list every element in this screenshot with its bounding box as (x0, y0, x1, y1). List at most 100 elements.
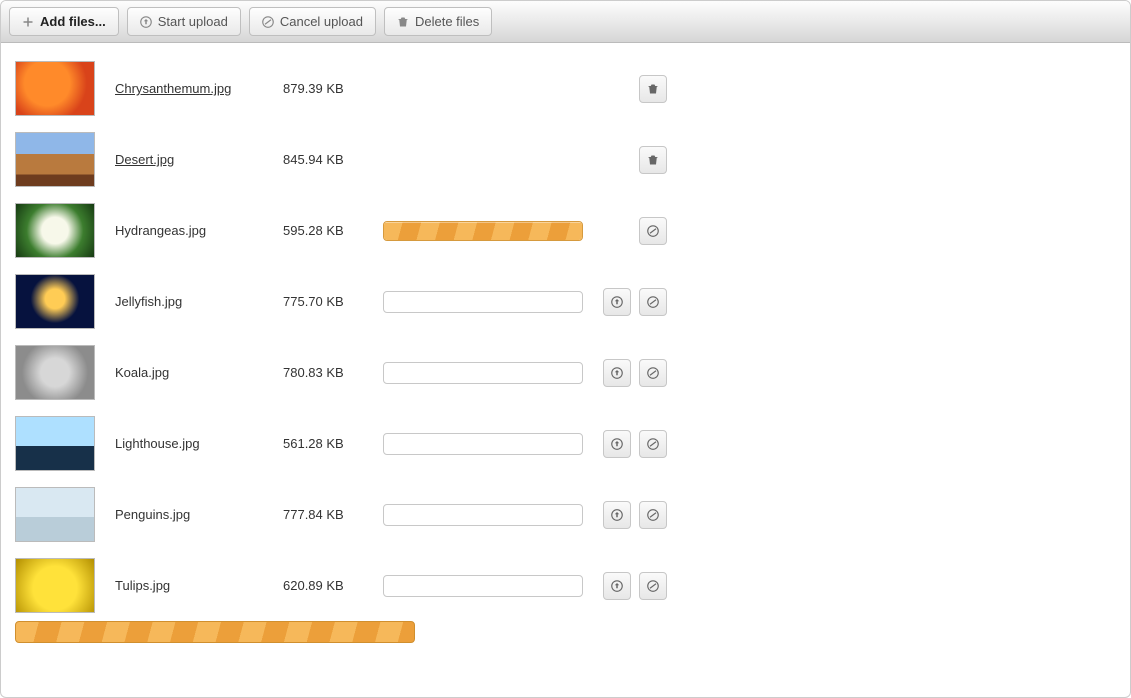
progress-cell (383, 221, 593, 241)
row-actions (603, 75, 1116, 103)
file-size: 780.83 KB (283, 365, 373, 380)
row-upload-button[interactable] (603, 430, 631, 458)
upload-panel: Add files... Start upload Cancel upload … (0, 0, 1131, 698)
file-row: Koala.jpg 780.83 KB (15, 337, 1116, 408)
start-upload-label: Start upload (158, 14, 228, 29)
row-cancel-icon (647, 580, 659, 592)
add-files-button[interactable]: Add files... (9, 7, 119, 36)
row-actions (603, 359, 1116, 387)
cancel-upload-button[interactable]: Cancel upload (249, 7, 376, 36)
row-cancel-button[interactable] (639, 572, 667, 600)
row-delete-icon (647, 83, 659, 95)
row-actions (603, 288, 1116, 316)
row-cancel-icon (647, 509, 659, 521)
file-name: Koala.jpg (115, 365, 273, 380)
row-cancel-button[interactable] (639, 501, 667, 529)
row-cancel-button[interactable] (639, 359, 667, 387)
progress-cell (383, 362, 593, 384)
overall-progress-bar (15, 621, 415, 643)
file-thumbnail (15, 61, 95, 116)
file-row: Hydrangeas.jpg 595.28 KB (15, 195, 1116, 266)
upload-circle-icon (140, 16, 152, 28)
progress-bar-empty (383, 433, 583, 455)
toolbar: Add files... Start upload Cancel upload … (1, 1, 1130, 43)
row-upload-icon (611, 580, 623, 592)
row-actions (603, 430, 1116, 458)
file-name: Hydrangeas.jpg (115, 223, 273, 238)
progress-cell (383, 504, 593, 526)
row-upload-button[interactable] (603, 288, 631, 316)
plus-icon (22, 16, 34, 28)
row-actions (603, 572, 1116, 600)
file-row: Tulips.jpg 620.89 KB (15, 550, 1116, 621)
row-upload-icon (611, 438, 623, 450)
progress-bar-empty (383, 362, 583, 384)
progress-bar-empty (383, 291, 583, 313)
row-actions (603, 217, 1116, 245)
file-thumbnail (15, 487, 95, 542)
row-delete-button[interactable] (639, 75, 667, 103)
file-thumbnail (15, 132, 95, 187)
file-thumbnail (15, 274, 95, 329)
file-thumbnail (15, 558, 95, 613)
file-size: 620.89 KB (283, 578, 373, 593)
row-cancel-button[interactable] (639, 288, 667, 316)
row-upload-icon (611, 367, 623, 379)
row-cancel-icon (647, 438, 659, 450)
row-delete-button[interactable] (639, 146, 667, 174)
row-cancel-icon (647, 225, 659, 237)
action-spacer (603, 146, 631, 174)
file-row: Jellyfish.jpg 775.70 KB (15, 266, 1116, 337)
row-upload-icon (611, 509, 623, 521)
file-size: 845.94 KB (283, 152, 373, 167)
file-thumbnail (15, 416, 95, 471)
file-row: Desert.jpg 845.94 KB (15, 124, 1116, 195)
file-name: Lighthouse.jpg (115, 436, 273, 451)
row-cancel-icon (647, 296, 659, 308)
cancel-circle-icon (262, 16, 274, 28)
row-cancel-button[interactable] (639, 430, 667, 458)
row-actions (603, 146, 1116, 174)
file-row: Lighthouse.jpg 561.28 KB (15, 408, 1116, 479)
delete-files-label: Delete files (415, 14, 479, 29)
progress-bar-empty (383, 504, 583, 526)
file-list: Chrysanthemum.jpg 879.39 KB Desert.jpg 845.… (1, 43, 1130, 697)
file-thumbnail (15, 203, 95, 258)
row-upload-button[interactable] (603, 501, 631, 529)
file-name: Desert.jpg (115, 152, 273, 167)
start-upload-button[interactable]: Start upload (127, 7, 241, 36)
file-size: 561.28 KB (283, 436, 373, 451)
row-upload-button[interactable] (603, 359, 631, 387)
file-size: 777.84 KB (283, 507, 373, 522)
file-name: Tulips.jpg (115, 578, 273, 593)
action-spacer (603, 217, 631, 245)
file-size: 595.28 KB (283, 223, 373, 238)
progress-bar-empty (383, 575, 583, 597)
file-size: 879.39 KB (283, 81, 373, 96)
row-cancel-icon (647, 367, 659, 379)
file-name: Chrysanthemum.jpg (115, 81, 273, 96)
cancel-upload-label: Cancel upload (280, 14, 363, 29)
row-actions (603, 501, 1116, 529)
row-upload-button[interactable] (603, 572, 631, 600)
trash-icon (397, 16, 409, 28)
row-cancel-button[interactable] (639, 217, 667, 245)
file-name: Jellyfish.jpg (115, 294, 273, 309)
progress-cell (383, 433, 593, 455)
progress-cell (383, 575, 593, 597)
progress-fill (384, 222, 582, 240)
add-files-label: Add files... (40, 14, 106, 29)
file-link[interactable]: Desert.jpg (115, 152, 174, 167)
action-spacer (603, 75, 631, 103)
delete-files-button[interactable]: Delete files (384, 7, 492, 36)
progress-cell (383, 291, 593, 313)
row-delete-icon (647, 154, 659, 166)
row-upload-icon (611, 296, 623, 308)
file-thumbnail (15, 345, 95, 400)
file-row: Penguins.jpg 777.84 KB (15, 479, 1116, 550)
file-size: 775.70 KB (283, 294, 373, 309)
file-row: Chrysanthemum.jpg 879.39 KB (15, 53, 1116, 124)
progress-bar (383, 221, 583, 241)
file-link[interactable]: Chrysanthemum.jpg (115, 81, 231, 96)
file-name: Penguins.jpg (115, 507, 273, 522)
